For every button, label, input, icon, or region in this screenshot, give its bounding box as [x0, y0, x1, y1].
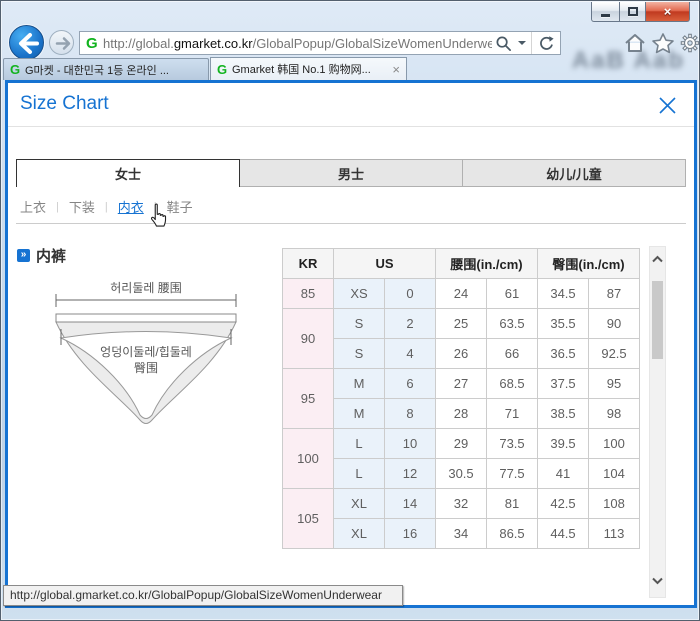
window-controls: × — [591, 2, 690, 22]
table-row: XL 16 34 86.5 44.5 113 — [283, 518, 640, 549]
page-title: Size Chart — [20, 93, 109, 114]
tab-title: G마켓 - 대한민국 1등 온라인 ... — [25, 64, 169, 77]
scroll-up-icon[interactable] — [651, 255, 664, 263]
back-button[interactable] — [9, 25, 44, 60]
table-row: 95 M6 27 68.5 37.5 95 — [282, 368, 640, 429]
back-arrow-icon — [19, 33, 39, 54]
table-row: S4 26 66 36.5 92.5 — [283, 338, 640, 369]
address-bar[interactable]: G http://global.gmarket.co.kr/GlobalPopu… — [79, 31, 561, 55]
status-bar: http://global.gmarket.co.kr/GlobalPopup/… — [3, 585, 403, 606]
close-icon: × — [663, 4, 672, 19]
tab-women[interactable]: 女士 — [16, 159, 240, 187]
hip-label-line1: 엉덩이둘레/힙둘레 — [100, 345, 192, 359]
header-divider — [8, 126, 694, 127]
tab-close-icon[interactable]: × — [384, 63, 400, 76]
size-chart-popup: Size Chart 女士 男士 幼儿/儿童 上衣 | 下装 | 内衣 | 鞋子… — [5, 80, 697, 608]
search-icon[interactable] — [492, 32, 515, 54]
table-row: 105 XL 14 32 81 42.5 108 — [282, 488, 640, 549]
popup-close-icon[interactable] — [658, 96, 677, 115]
table-row: 85 XS 0 24 61 34.5 87 — [282, 278, 640, 309]
scrollbar-thumb[interactable] — [652, 281, 663, 359]
site-favicon: G — [86, 34, 98, 52]
subnav-tops[interactable]: 上衣 — [20, 197, 46, 216]
g-logo-icon: G — [217, 61, 228, 77]
table-row: L 12 30.5 77.5 41 104 — [283, 458, 640, 489]
tab-men[interactable]: 男士 — [239, 159, 463, 187]
browser-tab-gmarket-kr[interactable]: G G마켓 - 대한민국 1등 온라인 ... — [3, 58, 209, 80]
subnav-shoes[interactable]: 鞋子 — [167, 197, 193, 216]
scroll-down-icon[interactable] — [651, 577, 664, 585]
close-window-button[interactable]: × — [645, 2, 690, 22]
g-logo-icon: G — [10, 62, 21, 77]
table-row: M8 28 71 38.5 98 — [283, 398, 640, 429]
minimize-icon — [601, 14, 610, 17]
maximize-button[interactable] — [619, 2, 646, 22]
tab-kids[interactable]: 幼儿/儿童 — [462, 159, 686, 187]
table-row: 100 L 10 29 73.5 39.5 100 — [282, 428, 640, 489]
size-table: KR US 腰围(in./cm) 臀围(in./cm) 85 XS 0 24 61 … — [282, 248, 640, 549]
refresh-icon[interactable] — [531, 32, 558, 54]
mouse-cursor — [150, 203, 167, 227]
search-dropdown-caret[interactable] — [515, 32, 529, 54]
url-text[interactable]: http://global.gmarket.co.kr/GlobalPopup/… — [103, 36, 492, 51]
maximize-icon — [627, 7, 638, 16]
forward-button[interactable] — [49, 30, 74, 55]
subnav-divider — [16, 223, 686, 224]
page-scrollbar[interactable] — [649, 246, 666, 598]
forward-arrow-icon — [55, 37, 71, 50]
hip-label-line2: 臀围 — [134, 361, 158, 375]
waist-label: 허리둘레 腰围 — [110, 281, 182, 295]
tab-title: Gmarket 韩国 No.1 购物网... — [232, 64, 371, 76]
table-header-row: KR US 腰围(in./cm) 臀围(in./cm) — [282, 248, 640, 279]
favorites-star-icon[interactable] — [651, 32, 675, 54]
minimize-button[interactable] — [591, 2, 620, 22]
subnav-bottoms[interactable]: 下装 — [69, 197, 95, 216]
category-tabs: 女士 男士 幼儿/儿童 — [16, 159, 686, 187]
home-icon[interactable] — [623, 32, 647, 54]
browser-window: AaB Aab × G http://global.gmarket.co.kr/… — [0, 0, 700, 621]
subnav-underwear[interactable]: 内衣 — [118, 197, 144, 216]
browser-tab-gmarket-cn[interactable]: G Gmarket 韩国 No.1 购物网... × — [210, 57, 407, 80]
section-title: 内裤 — [36, 248, 67, 265]
section-marker-icon: » — [17, 249, 30, 262]
settings-gear-icon[interactable] — [678, 32, 699, 54]
table-row: 90 S2 25 63.5 35.5 90 — [282, 308, 640, 369]
underwear-diagram: 허리둘레 腰围 엉덩이둘레/힙둘레 臀围 — [55, 281, 237, 424]
section-header: » 内裤 — [17, 245, 66, 266]
